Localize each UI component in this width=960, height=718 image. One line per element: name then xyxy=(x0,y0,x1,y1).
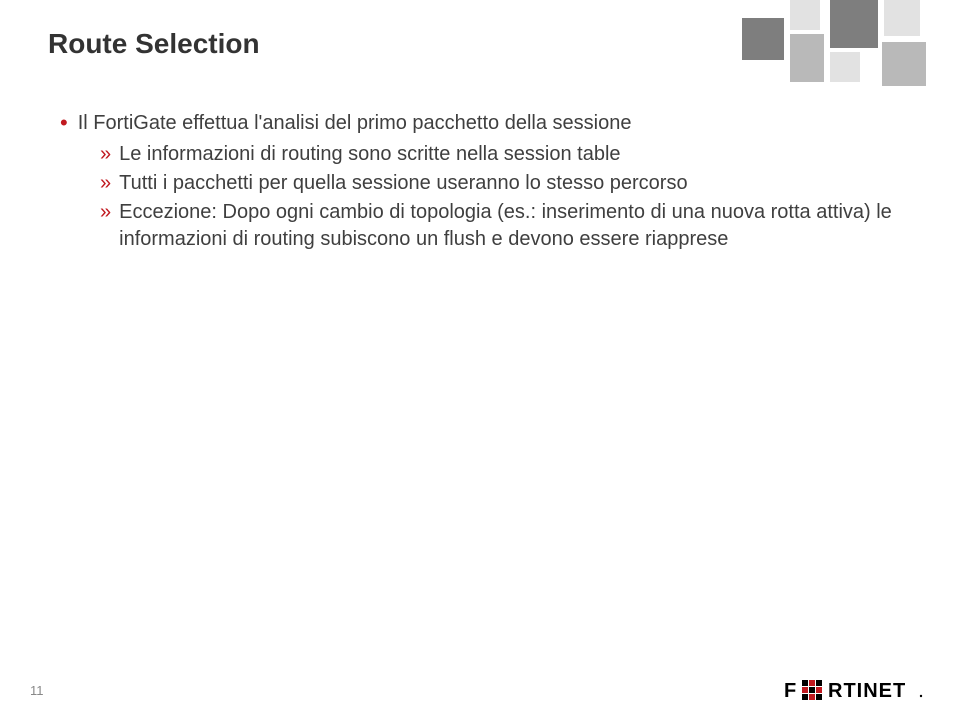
chevron-icon: » xyxy=(100,141,111,168)
page-number: 11 xyxy=(30,683,44,698)
corner-decoration xyxy=(742,0,932,95)
slide-content: • Il FortiGate effettua l'analisi del pr… xyxy=(60,110,900,253)
svg-text:F: F xyxy=(784,680,797,702)
bullet-text: Tutti i pacchetti per quella sessione us… xyxy=(119,170,900,197)
fortinet-logo: F RTINET xyxy=(784,676,924,702)
bullet-level-2: » Tutti i pacchetti per quella sessione … xyxy=(100,170,900,197)
chevron-icon: » xyxy=(100,170,111,197)
bullet-text: Il FortiGate effettua l'analisi del prim… xyxy=(78,110,900,137)
bullet-level-2: » Eccezione: Dopo ogni cambio di topolog… xyxy=(100,199,900,253)
chevron-icon: » xyxy=(100,199,111,253)
slide: Route Selection • Il FortiGate effettua … xyxy=(0,0,960,718)
slide-title: Route Selection xyxy=(48,28,260,60)
bullet-text: Eccezione: Dopo ogni cambio di topologia… xyxy=(119,199,900,253)
bullet-dot-icon: • xyxy=(60,110,68,137)
bullet-level-1: • Il FortiGate effettua l'analisi del pr… xyxy=(60,110,900,137)
bullet-level-2: » Le informazioni di routing sono scritt… xyxy=(100,141,900,168)
bullet-text: Le informazioni di routing sono scritte … xyxy=(119,141,900,168)
svg-text:RTINET: RTINET xyxy=(828,680,906,702)
